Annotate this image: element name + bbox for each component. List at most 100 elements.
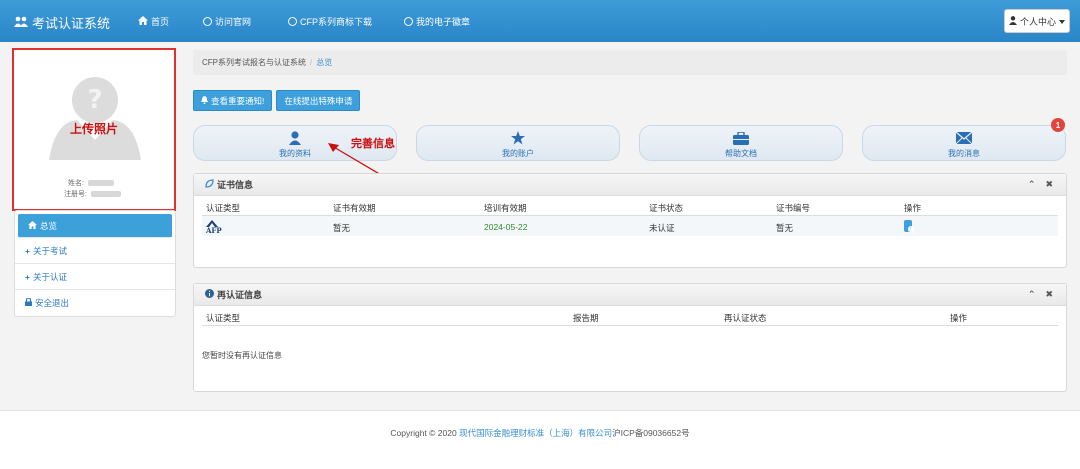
user-menu-button[interactable]: 个人中心 [1004,9,1070,33]
tile-my-messages[interactable]: 我的消息 1 [862,118,1066,161]
user-menu-label: 个人中心 [1019,16,1056,27]
sidebar-item-logout[interactable]: 安全退出 [15,290,175,316]
brand[interactable]: 考试认证系统 [14,13,110,32]
nav-trademark-download-label: CFP系列商标下载 [300,17,373,27]
column-header: 认证类型 [206,313,241,323]
breadcrumb-separator: / [310,58,313,67]
view-notice-label: 查看重要通知! [211,95,265,106]
nav-home-label: 首页 [151,17,170,27]
brand-title: 考试认证系统 [32,16,111,31]
sidebar-item-about-cert[interactable]: + 关于认证 [15,264,175,290]
copyright-icon [288,17,297,26]
reg-value-redacted [90,191,121,197]
recert-panel-title: 再认证信息 [217,290,263,300]
cert-number-value: 暂无 [776,223,794,233]
column-header: 操作 [950,313,968,323]
recert-table-header: 认证类型 报告期 再认证状态 操作 [202,306,1058,326]
name-label: 姓名: [68,180,84,187]
profile-card: ? 上传照片 姓名: 注册号: [12,48,176,211]
plus-icon: + [25,271,30,282]
collapse-icon[interactable]: ⌃ [1028,289,1036,300]
nav-official-site-label: 访问官网 [215,17,252,27]
column-header: 证书有效期 [333,203,376,213]
bell-icon [201,95,208,106]
column-header: 证书状态 [649,203,684,213]
recert-info-panel: 再认证信息 ⌃ ✖ 认证类型 报告期 再认证状态 操作 您暂时没有再认证信息 [193,283,1067,392]
copyright-text: Copyright © 2020 [390,428,460,438]
svg-text:?: ? [87,85,102,115]
breadcrumb-root[interactable]: CFP系列考试报名与认证系统 [202,57,306,68]
name-line: 姓名: [68,178,114,188]
user-icon [1008,15,1017,27]
nav-e-badge-label: 我的电子徽章 [416,17,471,27]
nav-home[interactable]: 首页 [138,15,169,28]
column-header: 操作 [904,203,922,213]
afp-logo-text: AFP [206,226,222,235]
recert-panel-header: 再认证信息 ⌃ ✖ [194,284,1066,306]
briefcase-icon [640,130,842,146]
main-content: CFP系列考试报名与认证系统 / 总览 查看重要通知! 在线提出特殊申请 我的资… [193,50,1067,161]
view-notice-button[interactable]: 查看重要通知! [193,90,273,111]
badge-icon [404,17,413,26]
tile-my-account[interactable]: 我的账户 [416,125,620,161]
users-icon [14,15,28,30]
column-header: 报告期 [573,313,599,323]
close-icon[interactable]: ✖ [1045,179,1053,190]
tile-label: 帮助文档 [725,149,757,158]
afp-logo: AFP [206,220,222,235]
nav-e-badge[interactable]: 我的电子徽章 [404,15,470,28]
sidebar-item-label: 安全退出 [35,298,70,308]
unread-badge: 1 [1051,118,1065,132]
table-row: AFP 暂无 2024-05-22 未认证 暂无 考试报名 [202,216,1058,265]
icp-number: 沪ICP备09036652号 [612,428,690,438]
upload-photo-label[interactable]: 上传照片 [14,120,174,137]
exam-register-button[interactable]: 考试报名 [904,220,915,265]
tile-label: 我的消息 [948,149,980,158]
sidebar-item-label: 总览 [40,220,58,231]
column-header: 再认证状态 [724,313,767,323]
tile-help-docs[interactable]: 帮助文档 [639,125,843,161]
envelope-icon [863,130,1065,146]
leaf-icon [205,179,214,190]
breadcrumb: CFP系列考试报名与认证系统 / 总览 [193,50,1067,75]
star-icon [417,130,619,146]
tile-label: 我的账户 [502,149,534,158]
cert-status-value: 未认证 [649,223,675,233]
home-icon [28,220,37,231]
cert-table-header: 认证类型 证书有效期 培训有效期 证书状态 证书编号 操作 [202,196,1058,216]
sidebar-item-overview[interactable]: 总览 [18,214,172,238]
train-valid-value: 2024-05-22 [484,222,528,232]
special-apply-label: 在线提出特殊申请 [284,95,353,106]
footer: Copyright © 2020 现代国际金融理财标准（上海）有限公司沪ICP备… [0,410,1080,469]
info-circle-icon [205,289,214,300]
recert-empty-message: 您暂时没有再认证信息 [202,351,282,360]
sidebar-item-about-exam[interactable]: + 关于考试 [15,238,175,264]
side-menu: 总览 + 关于考试 + 关于认证 安全退出 [14,210,176,317]
special-apply-button[interactable]: 在线提出特殊申请 [276,90,361,111]
nav-official-site[interactable]: 访问官网 [203,15,251,28]
breadcrumb-current: 总览 [316,58,333,67]
globe-icon [203,17,212,26]
plus-icon: + [25,245,30,256]
column-header: 培训有效期 [484,203,527,213]
collapse-icon[interactable]: ⌃ [1028,179,1036,190]
column-header: 证书编号 [776,203,811,213]
company-link[interactable]: 现代国际金融理财标准（上海）有限公司 [459,428,612,438]
reg-line: 注册号: [64,189,121,199]
action-buttons: 查看重要通知! 在线提出特殊申请 [193,90,361,111]
cert-panel-title: 证书信息 [217,180,254,190]
cert-panel-header: 证书信息 ⌃ ✖ [194,174,1066,196]
cert-valid-value: 暂无 [333,223,351,233]
close-icon[interactable]: ✖ [1045,289,1053,300]
lock-icon [25,297,32,308]
home-icon [138,16,148,27]
name-value-redacted [87,180,114,186]
sidebar-item-label: 关于认证 [32,271,67,282]
exam-register-label: 考试报名 [908,228,915,265]
top-navbar: 考试认证系统 首页 访问官网 CFP系列商标下载 我的电子徽章 个人中心 [0,0,1080,42]
reg-label: 注册号: [64,191,87,198]
sidebar-item-label: 关于考试 [32,245,67,256]
column-header: 认证类型 [206,203,241,213]
annotation-label: 完善信息 [351,137,395,150]
nav-trademark-download[interactable]: CFP系列商标下载 [288,15,372,28]
